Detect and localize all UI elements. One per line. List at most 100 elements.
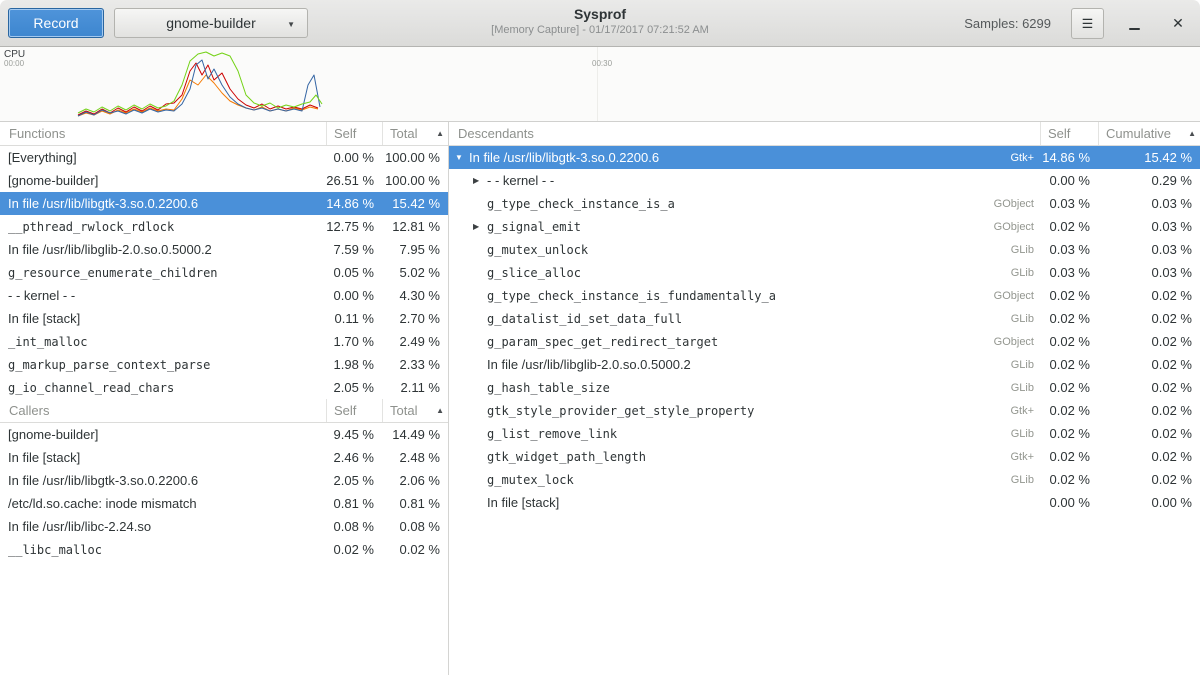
name-cell: ▶g_signal_emitGObject	[449, 220, 1040, 234]
left-pane: Functions Self Total ▲ [Everything]0.00 …	[0, 122, 449, 675]
table-row[interactable]: g_mutex_unlockGLib0.03 %0.03 %	[449, 238, 1200, 261]
table-row[interactable]: g_param_spec_get_redirect_targetGObject0…	[449, 330, 1200, 353]
column-header-self[interactable]: Self	[326, 399, 382, 422]
table-row[interactable]: g_list_remove_linkGLib0.02 %0.02 %	[449, 422, 1200, 445]
symbol-name: In file [stack]	[487, 495, 1026, 510]
table-row[interactable]: In file /usr/lib/libglib-2.0.so.0.5000.2…	[449, 353, 1200, 376]
table-row[interactable]: [gnome-builder]26.51 %100.00 %	[0, 169, 448, 192]
table-row[interactable]: ▶g_signal_emitGObject0.02 %0.03 %	[449, 215, 1200, 238]
table-row[interactable]: _int_malloc1.70 %2.49 %	[0, 330, 448, 353]
self-percent: 0.02 %	[1040, 380, 1098, 395]
callers-rows: [gnome-builder]9.45 %14.49 %In file [sta…	[0, 423, 448, 561]
table-row[interactable]: g_markup_parse_context_parse1.98 %2.33 %	[0, 353, 448, 376]
expand-arrow-icon[interactable]: ▶	[473, 176, 487, 185]
process-selector-dropdown[interactable]: gnome-builder ▼	[114, 8, 308, 38]
cumulative-percent: 0.03 %	[1098, 219, 1200, 234]
table-row[interactable]: [gnome-builder]9.45 %14.49 %	[0, 423, 448, 446]
close-button[interactable]: ✕	[1164, 8, 1192, 38]
symbol-name: In file [stack]	[8, 450, 326, 465]
table-row[interactable]: In file [stack]0.00 %0.00 %	[449, 491, 1200, 514]
table-row[interactable]: In file [stack]2.46 %2.48 %	[0, 446, 448, 469]
symbol-name: In file /usr/lib/libc-2.24.so	[8, 519, 326, 534]
table-row[interactable]: ▼In file /usr/lib/libgtk-3.so.0.2200.6Gt…	[449, 146, 1200, 169]
self-percent: 0.11 %	[326, 311, 382, 326]
column-header-total[interactable]: Total ▲	[382, 399, 448, 422]
name-cell: g_slice_allocGLib	[449, 266, 1040, 280]
self-percent: 0.02 %	[1040, 288, 1098, 303]
functions-rows: [Everything]0.00 %100.00 %[gnome-builder…	[0, 146, 448, 399]
symbol-name: g_mutex_unlock	[487, 243, 1003, 257]
table-row[interactable]: g_io_channel_read_chars2.05 %2.11 %	[0, 376, 448, 399]
library-tag: GObject	[994, 221, 1034, 233]
table-row[interactable]: g_type_check_instance_is_aGObject0.03 %0…	[449, 192, 1200, 215]
library-tag: GLib	[1011, 382, 1034, 394]
table-row[interactable]: In file /usr/lib/libgtk-3.so.0.2200.614.…	[0, 192, 448, 215]
column-header-callers[interactable]: Callers	[0, 399, 326, 422]
self-percent: 0.02 %	[1040, 311, 1098, 326]
expand-arrow-icon[interactable]: ▶	[473, 222, 487, 231]
table-row[interactable]: In file /usr/lib/libglib-2.0.so.0.5000.2…	[0, 238, 448, 261]
table-row[interactable]: g_hash_table_size GLib 0.02 %0.02 %	[449, 376, 1200, 399]
symbol-name: g_type_check_instance_is_fundamentally_a	[487, 289, 986, 303]
name-cell: In file /usr/lib/libglib-2.0.so.0.5000.2…	[449, 357, 1040, 372]
cumulative-percent: 0.29 %	[1098, 173, 1200, 188]
cumulative-percent: 15.42 %	[1098, 150, 1200, 165]
self-percent: 0.00 %	[1040, 173, 1098, 188]
symbol-name: g_io_channel_read_chars	[8, 381, 326, 395]
table-row[interactable]: In file /usr/lib/libgtk-3.so.0.2200.62.0…	[0, 469, 448, 492]
name-cell: g_datalist_id_set_data_full GLib	[449, 312, 1040, 326]
symbol-name: __libc_malloc	[8, 543, 326, 557]
table-row[interactable]: [Everything]0.00 %100.00 %	[0, 146, 448, 169]
record-button[interactable]: Record	[8, 8, 104, 38]
table-row[interactable]: In file [stack]0.11 %2.70 %	[0, 307, 448, 330]
table-row[interactable]: g_slice_allocGLib0.03 %0.03 %	[449, 261, 1200, 284]
total-percent: 2.33 %	[382, 357, 448, 372]
name-cell: In file [stack]	[0, 450, 326, 465]
symbol-name: gtk_widget_path_length	[487, 450, 1002, 464]
column-header-cumulative[interactable]: Cumulative ▲	[1098, 122, 1200, 145]
total-percent: 2.48 %	[382, 450, 448, 465]
library-tag: GLib	[1011, 313, 1034, 325]
self-percent: 9.45 %	[326, 427, 382, 442]
library-tag: GLib	[1011, 474, 1034, 486]
total-percent: 14.49 %	[382, 427, 448, 442]
functions-pane: Functions Self Total ▲ [Everything]0.00 …	[0, 122, 448, 399]
name-cell: In file [stack]	[449, 495, 1040, 510]
table-row[interactable]: - - kernel - -0.00 %4.30 %	[0, 284, 448, 307]
symbol-name: - - kernel - -	[8, 288, 326, 303]
self-percent: 0.03 %	[1040, 196, 1098, 211]
table-row[interactable]: g_mutex_lockGLib0.02 %0.02 %	[449, 468, 1200, 491]
cpu-usage-graph[interactable]: CPU 00:00 00:30	[0, 47, 1200, 122]
table-row[interactable]: gtk_style_provider_get_style_propertyGtk…	[449, 399, 1200, 422]
table-row[interactable]: /etc/ld.so.cache: inode mismatch0.81 %0.…	[0, 492, 448, 515]
minimize-button[interactable]	[1120, 8, 1148, 38]
symbol-name: __pthread_rwlock_rdlock	[8, 220, 326, 234]
name-cell: g_type_check_instance_is_aGObject	[449, 197, 1040, 211]
self-percent: 1.70 %	[326, 334, 382, 349]
column-header-functions[interactable]: Functions	[0, 122, 326, 145]
column-header-total[interactable]: Total ▲	[382, 122, 448, 145]
table-row[interactable]: __pthread_rwlock_rdlock12.75 %12.81 %	[0, 215, 448, 238]
symbol-name: g_datalist_id_set_data_full	[487, 312, 1003, 326]
name-cell: gtk_style_provider_get_style_propertyGtk…	[449, 404, 1040, 418]
table-row[interactable]: gtk_widget_path_lengthGtk+0.02 %0.02 %	[449, 445, 1200, 468]
name-cell: g_resource_enumerate_children	[0, 266, 326, 280]
table-row[interactable]: __libc_malloc0.02 %0.02 %	[0, 538, 448, 561]
symbol-name: g_hash_table_size	[487, 381, 1003, 395]
table-row[interactable]: g_resource_enumerate_children0.05 %5.02 …	[0, 261, 448, 284]
symbol-name: [gnome-builder]	[8, 173, 326, 188]
self-percent: 0.02 %	[326, 542, 382, 557]
symbol-name: /etc/ld.so.cache: inode mismatch	[8, 496, 326, 511]
table-row[interactable]: g_datalist_id_set_data_fullGLib0.02 %0.0…	[449, 307, 1200, 330]
column-header-self[interactable]: Self	[326, 122, 382, 145]
column-header-self[interactable]: Self	[1040, 122, 1098, 145]
self-percent: 0.02 %	[1040, 357, 1098, 372]
table-row[interactable]: In file /usr/lib/libc-2.24.so0.08 %0.08 …	[0, 515, 448, 538]
collapse-arrow-icon[interactable]: ▼	[455, 153, 469, 162]
cumulative-percent: 0.02 %	[1098, 380, 1200, 395]
menu-button[interactable]: ☰	[1071, 8, 1104, 39]
table-row[interactable]: g_type_check_instance_is_fundamentally_a…	[449, 284, 1200, 307]
self-percent: 7.59 %	[326, 242, 382, 257]
column-header-descendants[interactable]: Descendants	[449, 122, 1040, 145]
table-row[interactable]: ▶- - kernel - -0.00 %0.29 %	[449, 169, 1200, 192]
